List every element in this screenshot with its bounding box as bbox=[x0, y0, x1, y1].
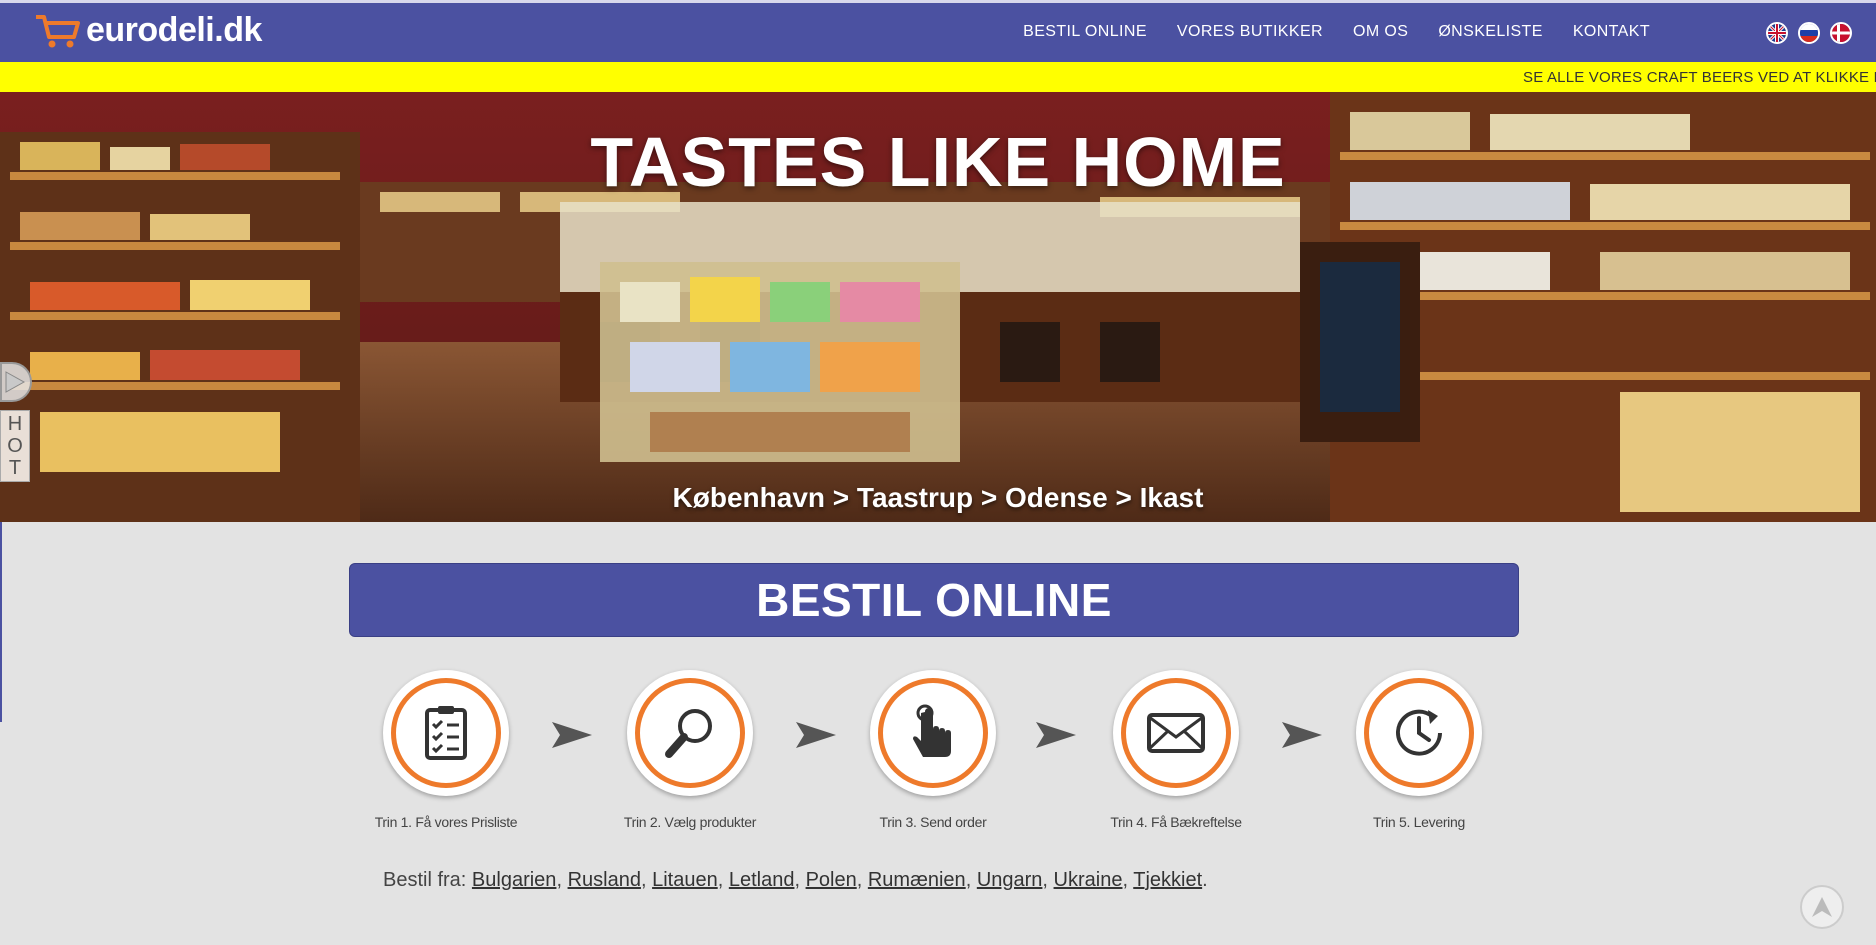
language-flags bbox=[1766, 22, 1852, 44]
nav-om-os[interactable]: OM OS bbox=[1353, 23, 1408, 41]
country-link-litauen[interactable]: Litauen bbox=[652, 869, 718, 891]
step-3[interactable]: Trin 3. Send order bbox=[833, 670, 1033, 830]
country-link-tjekkiet[interactable]: Tjekkiet bbox=[1133, 869, 1202, 891]
nav-vores-butikker[interactable]: VORES BUTIKKER bbox=[1177, 23, 1323, 41]
hot-side-tab[interactable]: H O T bbox=[0, 410, 30, 482]
step-label: Trin 2. Vælg produkter bbox=[623, 814, 757, 830]
hero-cities: København > Taastrup > Odense > Ikast bbox=[672, 482, 1204, 513]
hero-title: TASTES LIKE HOME bbox=[590, 123, 1286, 201]
hot-tab-letter: T bbox=[8, 457, 22, 479]
scroll-to-top-button[interactable] bbox=[1800, 885, 1844, 929]
country-link-rusland[interactable]: Rusland bbox=[568, 869, 641, 891]
arrow-up-icon bbox=[1812, 897, 1832, 917]
step-label: Trin 1. Få vores Prisliste bbox=[374, 814, 518, 830]
order-from-prefix: Bestil fra: bbox=[383, 869, 467, 891]
nav-bestil-online[interactable]: BESTIL ONLINE bbox=[1023, 23, 1147, 41]
russia-flag-icon[interactable] bbox=[1798, 22, 1820, 44]
country-link-ungarn[interactable]: Ungarn bbox=[977, 869, 1043, 891]
hero-banner: TASTES LIKE HOME København > Taastrup > … bbox=[0, 92, 1876, 522]
ticker-text: SE ALLE VORES CRAFT BEERS VED AT KLIKKE … bbox=[1523, 69, 1876, 86]
step-1[interactable]: Trin 1. Få vores Prisliste bbox=[346, 670, 546, 830]
step-2[interactable]: Trin 2. Vælg produkter bbox=[590, 670, 790, 830]
clipboard-checklist-icon bbox=[425, 706, 467, 760]
country-link-polen[interactable]: Polen bbox=[806, 869, 857, 891]
bestil-online-banner: BESTIL ONLINE bbox=[349, 563, 1519, 637]
nav-onskeliste[interactable]: ØNSKELISTE bbox=[1438, 23, 1542, 41]
envelope-icon bbox=[1147, 713, 1205, 753]
arrow-icon bbox=[1036, 722, 1076, 748]
country-link-rumaenien[interactable]: Rumænien bbox=[868, 869, 966, 891]
magnifier-icon bbox=[665, 709, 712, 758]
main-nav: BESTIL ONLINE VORES BUTIKKER OM OS ØNSKE… bbox=[1023, 23, 1650, 41]
arrow-icon bbox=[1282, 722, 1322, 748]
hot-tab-letter: H bbox=[7, 413, 23, 435]
step-label: Trin 3. Send order bbox=[879, 814, 987, 830]
denmark-flag-icon[interactable] bbox=[1830, 22, 1852, 44]
left-divider bbox=[0, 522, 2, 722]
play-icon bbox=[5, 371, 26, 393]
step-label: Trin 5. Levering bbox=[1373, 814, 1465, 830]
step-label: Trin 4. Få Bækreftelse bbox=[1110, 814, 1242, 830]
step-4[interactable]: Trin 4. Få Bækreftelse bbox=[1076, 670, 1276, 830]
uk-flag-icon[interactable] bbox=[1766, 22, 1788, 44]
country-link-bulgarien[interactable]: Bulgarien bbox=[472, 869, 557, 891]
arrow-icon bbox=[552, 722, 592, 748]
country-link-ukraine[interactable]: Ukraine bbox=[1054, 869, 1123, 891]
top-navigation-bar: eurodeli.dk BESTIL ONLINE VORES BUTIKKER… bbox=[0, 0, 1876, 62]
hot-tab-letter: O bbox=[7, 435, 23, 457]
country-link-letland[interactable]: Letland bbox=[729, 869, 795, 891]
announcement-ticker[interactable]: SE ALLE VORES CRAFT BEERS VED AT KLIKKE … bbox=[0, 62, 1876, 92]
nav-kontakt[interactable]: KONTAKT bbox=[1573, 23, 1650, 41]
logo-text: eurodeli.dk bbox=[86, 11, 262, 49]
side-play-tab[interactable] bbox=[0, 362, 32, 402]
arrow-icon bbox=[796, 722, 836, 748]
step-5[interactable]: Trin 5. Levering bbox=[1319, 670, 1519, 830]
shopping-cart-icon bbox=[36, 14, 80, 47]
pointer-hand-icon bbox=[913, 704, 951, 757]
logo[interactable]: eurodeli.dk bbox=[34, 11, 262, 50]
clock-refresh-icon bbox=[1396, 709, 1442, 756]
order-from-countries: Bestil fra: Bulgarien, Rusland, Litauen,… bbox=[383, 869, 1208, 891]
section-title: BESTIL ONLINE bbox=[756, 574, 1112, 626]
